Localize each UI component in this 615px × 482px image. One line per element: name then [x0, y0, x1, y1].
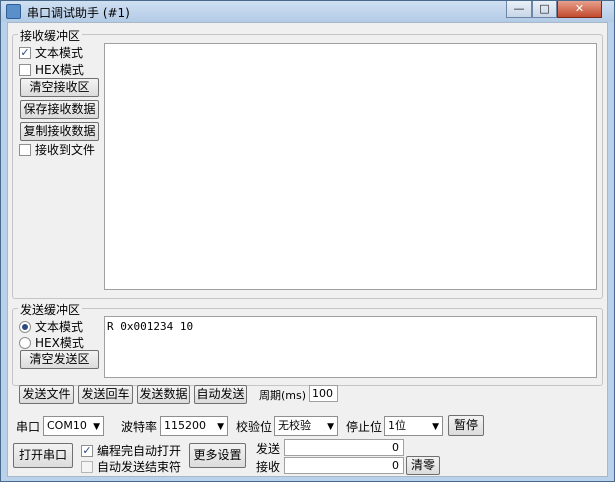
- baud-select-value: 115200: [164, 419, 206, 432]
- auto-open-checkbox[interactable]: ✓ 编程完自动打开: [81, 442, 181, 459]
- close-button[interactable]: ✕: [557, 1, 602, 18]
- parity-select-value: 无校验: [278, 419, 311, 432]
- send-file-button[interactable]: 发送文件: [19, 385, 74, 404]
- auto-send-button[interactable]: 自动发送: [194, 385, 247, 404]
- auto-end-checkbox[interactable]: 自动发送结束符: [81, 458, 181, 475]
- checkbox-empty-icon: [19, 143, 31, 156]
- sent-count-label: 发送: [256, 442, 281, 456]
- radio-selected-icon: [19, 320, 31, 333]
- app-window: 串口调试助手 (#1) — □ ✕ 接收缓冲区 ✓ 文本模式 HEX模式 清空接…: [0, 0, 615, 482]
- parity-label: 校验位: [236, 420, 273, 434]
- port-select-value: COM10: [47, 419, 87, 432]
- parity-select[interactable]: 无校验 ▼: [274, 416, 338, 436]
- auto-end-label: 自动发送结束符: [97, 460, 182, 474]
- send-text-mode-radio[interactable]: 文本模式: [19, 318, 83, 335]
- clear-receive-button[interactable]: 清空接收区: [20, 78, 99, 97]
- receive-group-label: 接收缓冲区: [18, 27, 83, 44]
- app-icon: [6, 4, 21, 19]
- receive-to-file-label: 接收到文件: [35, 143, 96, 157]
- sent-count-field: 0: [284, 439, 404, 456]
- receive-text-mode-label: 文本模式: [35, 46, 84, 60]
- more-settings-button[interactable]: 更多设置: [189, 443, 246, 468]
- window-title: 串口调试助手 (#1): [27, 6, 130, 20]
- auto-open-label: 编程完自动打开: [97, 444, 182, 458]
- clear-send-button[interactable]: 清空发送区: [20, 350, 99, 369]
- save-receive-button[interactable]: 保存接收数据: [20, 100, 99, 119]
- minimize-button[interactable]: —: [506, 1, 532, 18]
- client-area: 接收缓冲区 ✓ 文本模式 HEX模式 清空接收区 保存接收数据 复制接收数据 接…: [7, 22, 608, 477]
- period-input[interactable]: 100: [309, 385, 338, 402]
- checkbox-empty-icon: [81, 460, 93, 473]
- send-hex-mode-label: HEX模式: [35, 336, 84, 350]
- stop-bits-label: 停止位: [346, 420, 383, 434]
- received-count-label: 接收: [256, 460, 281, 474]
- checkbox-checked-icon: ✓: [81, 443, 93, 457]
- pause-button[interactable]: 暂停: [448, 415, 484, 436]
- stop-bits-select[interactable]: 1位 ▼: [384, 416, 443, 436]
- maximize-button[interactable]: □: [532, 1, 557, 18]
- send-data-button[interactable]: 发送数据: [137, 385, 190, 404]
- checkbox-checked-icon: ✓: [19, 45, 31, 59]
- checkbox-empty-icon: [19, 63, 31, 76]
- period-label: 周期(ms): [259, 389, 307, 402]
- dropdown-arrow-icon: ▼: [327, 422, 334, 432]
- radio-unselected-icon: [19, 336, 31, 349]
- baud-label: 波特率: [121, 420, 158, 434]
- dropdown-arrow-icon: ▼: [217, 422, 224, 432]
- receive-hex-mode-label: HEX模式: [35, 63, 84, 77]
- received-count-field: 0: [284, 457, 404, 474]
- send-textarea[interactable]: R 0x001234 10: [104, 316, 597, 378]
- receive-text-mode-checkbox[interactable]: ✓ 文本模式: [19, 44, 83, 61]
- receive-hex-mode-checkbox[interactable]: HEX模式: [19, 61, 84, 78]
- clear-counts-button[interactable]: 清零: [406, 456, 440, 475]
- baud-select[interactable]: 115200 ▼: [160, 416, 228, 436]
- send-return-button[interactable]: 发送回车: [78, 385, 133, 404]
- receive-to-file-checkbox[interactable]: 接收到文件: [19, 141, 95, 158]
- port-select[interactable]: COM10 ▼: [43, 416, 104, 436]
- stop-bits-select-value: 1位: [388, 419, 406, 432]
- dropdown-arrow-icon: ▼: [93, 422, 100, 432]
- send-group-label: 发送缓冲区: [18, 301, 83, 318]
- send-text-mode-label: 文本模式: [35, 320, 84, 334]
- copy-receive-button[interactable]: 复制接收数据: [20, 122, 99, 141]
- dropdown-arrow-icon: ▼: [432, 422, 439, 432]
- title-bar: 串口调试助手 (#1) — □ ✕: [1, 1, 614, 22]
- receive-textarea[interactable]: [104, 43, 597, 290]
- port-label: 串口: [16, 420, 41, 434]
- open-port-button[interactable]: 打开串口: [13, 443, 73, 468]
- send-hex-mode-radio[interactable]: HEX模式: [19, 334, 84, 351]
